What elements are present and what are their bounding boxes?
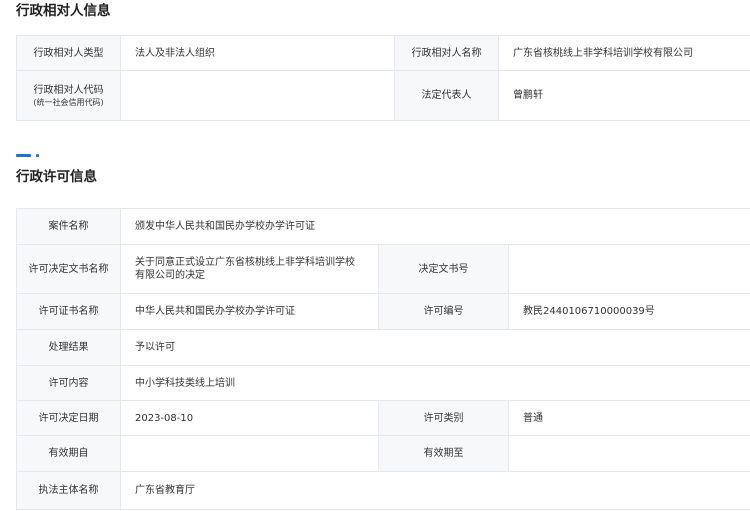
party-type-value: 法人及非法人组织 (120, 35, 395, 71)
content-label: 许可内容 (16, 365, 121, 401)
case-name-label: 案件名称 (16, 208, 121, 245)
authority-label: 执法主体名称 (16, 471, 121, 510)
decision-doc-no-value (507, 244, 750, 294)
table-row: 许可内容 中小学科技类线上培训 (16, 365, 750, 401)
accent-dot (36, 154, 39, 157)
license-no-value: 教民2440106710000039号 (507, 293, 750, 330)
table-row: 有效期自 有效期至 (16, 435, 750, 472)
party-type-label: 行政相对人类型 (16, 35, 121, 71)
result-label: 处理结果 (16, 329, 121, 366)
party-code-value (120, 70, 395, 121)
content-value: 中小学科技类线上培训 (119, 365, 750, 401)
party-info-title: 行政相对人信息 (16, 3, 111, 19)
license-info-table: 案件名称 颁发中华人民共和国民办学校办学许可证 许可决定文书名称 关于同意正式设… (16, 208, 750, 510)
accent-bar (16, 154, 31, 157)
party-code-label: 行政相对人代码 (33, 84, 104, 96)
license-info-title: 行政许可信息 (16, 169, 97, 185)
cert-name-value: 中华人民共和国民办学校办学许可证 (120, 293, 379, 330)
table-row: 许可决定文书名称 关于同意正式设立广东省核桃线上非学科培训学校有限公司的决定 决… (16, 244, 750, 294)
decision-doc-name-value: 关于同意正式设立广东省核桃线上非学科培训学校有限公司的决定 (120, 244, 379, 294)
table-row: 行政相对人代码 (统一社会信用代码) 法定代表人 曾鹏轩 (16, 70, 750, 121)
category-label: 许可类别 (378, 400, 509, 436)
party-code-label-cell: 行政相对人代码 (统一社会信用代码) (16, 70, 121, 121)
decision-doc-name-label: 许可决定文书名称 (16, 244, 121, 294)
valid-from-value (120, 435, 379, 472)
valid-to-value (507, 435, 750, 472)
category-value: 普通 (507, 400, 750, 436)
decision-doc-no-label: 决定文书号 (378, 244, 509, 294)
table-row: 行政相对人类型 法人及非法人组织 行政相对人名称 广东省核桃线上非学科培训学校有… (16, 35, 750, 71)
party-info-table: 行政相对人类型 法人及非法人组织 行政相对人名称 广东省核桃线上非学科培训学校有… (16, 35, 750, 121)
decision-date-value: 2023-08-10 (120, 400, 379, 436)
party-code-sub-label: (统一社会信用代码) (33, 97, 104, 107)
result-value: 予以许可 (119, 329, 750, 366)
table-row: 执法主体名称 广东省教育厅 (16, 471, 750, 510)
table-row: 处理结果 予以许可 (16, 329, 750, 366)
valid-to-label: 有效期至 (378, 435, 509, 472)
license-no-label: 许可编号 (378, 293, 509, 330)
party-name-value: 广东省核桃线上非学科培训学校有限公司 (498, 35, 750, 71)
cert-name-label: 许可证书名称 (16, 293, 121, 330)
case-name-value: 颁发中华人民共和国民办学校办学许可证 (119, 208, 750, 245)
legal-rep-label: 法定代表人 (394, 70, 499, 121)
legal-rep-value: 曾鹏轩 (498, 70, 750, 121)
table-row: 案件名称 颁发中华人民共和国民办学校办学许可证 (16, 208, 750, 245)
decision-date-label: 许可决定日期 (16, 400, 121, 436)
valid-from-label: 有效期自 (16, 435, 121, 472)
table-row: 许可证书名称 中华人民共和国民办学校办学许可证 许可编号 教民244010671… (16, 293, 750, 330)
authority-value: 广东省教育厅 (119, 471, 750, 510)
table-row: 许可决定日期 2023-08-10 许可类别 普通 (16, 400, 750, 436)
party-name-label: 行政相对人名称 (394, 35, 499, 71)
